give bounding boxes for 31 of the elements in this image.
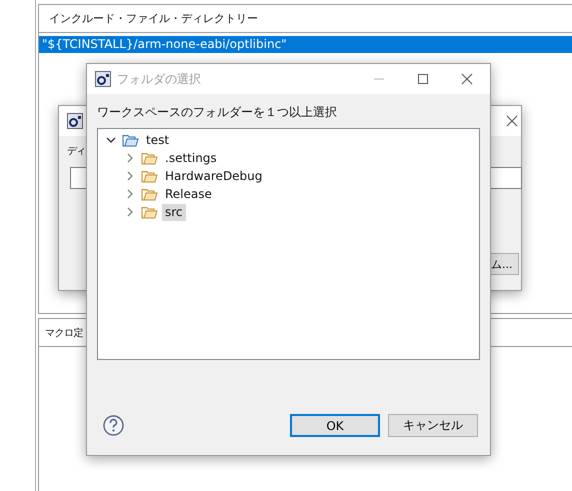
chevron-right-icon[interactable]	[125, 189, 135, 199]
app-icon	[95, 71, 111, 87]
chevron-right-icon[interactable]	[125, 207, 135, 217]
folder-icon	[141, 152, 158, 164]
dialog-button[interactable]: ム...	[490, 253, 519, 275]
tree-item[interactable]: test	[143, 132, 172, 148]
panel-header: インクルード・ファイル・ディレクトリー	[49, 11, 258, 26]
window-title: フォルダの選択	[117, 70, 202, 88]
panel-header: マクロ定	[45, 326, 83, 340]
chevron-right-icon[interactable]	[125, 153, 135, 163]
tree-item[interactable]: src	[162, 204, 186, 220]
help-icon[interactable]	[103, 415, 124, 436]
ok-button[interactable]: OK	[290, 414, 380, 437]
list-row[interactable]: "${TCINSTALL}/arm-none-eabi/optlibinc"	[39, 36, 572, 53]
tree-item[interactable]: HardwareDebug	[162, 168, 266, 184]
prompt-text: ワークスペースのフォルダーを１つ以上選択	[97, 104, 337, 120]
chevron-right-icon[interactable]	[125, 171, 135, 181]
folder-tree[interactable]: test .settings HardwareDebug Release src	[97, 128, 480, 360]
maximize-icon[interactable]	[417, 73, 429, 85]
field-label: ディ	[67, 145, 85, 158]
project-folder-icon	[122, 134, 139, 146]
app-icon	[67, 113, 83, 129]
chevron-down-icon[interactable]	[106, 135, 116, 145]
folder-icon	[141, 206, 158, 218]
folder-icon	[141, 188, 158, 200]
cancel-button[interactable]: キャンセル	[388, 414, 478, 437]
folder-icon	[141, 170, 158, 182]
tree-item[interactable]: Release	[162, 186, 215, 202]
tree-item[interactable]: .settings	[162, 150, 220, 166]
close-icon[interactable]	[506, 115, 518, 127]
close-icon[interactable]	[461, 73, 473, 85]
